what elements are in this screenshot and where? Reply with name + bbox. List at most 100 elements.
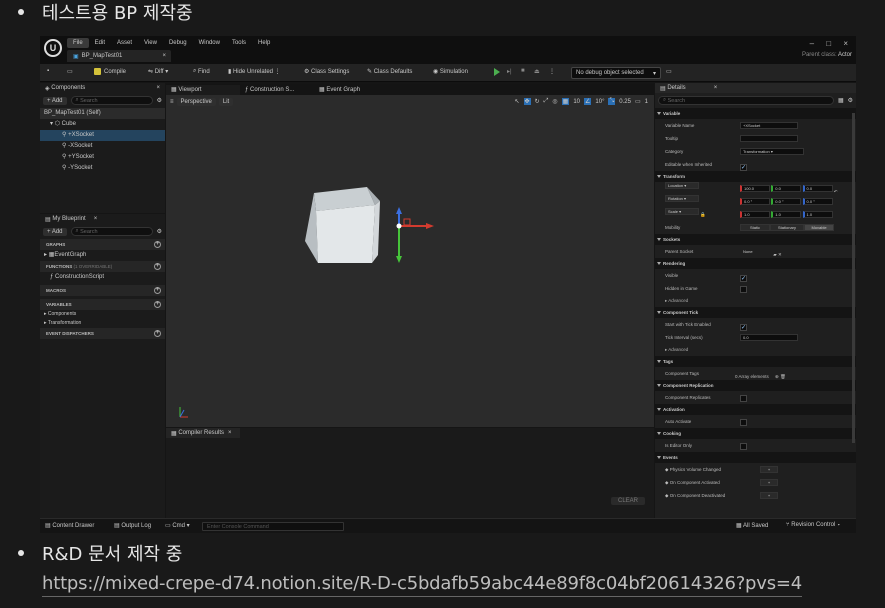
browse-icon[interactable]: ▭: [67, 68, 73, 75]
menu-asset[interactable]: Asset: [111, 38, 138, 48]
step-icon[interactable]: ▸|: [507, 68, 512, 75]
visible-checkbox[interactable]: ✓: [740, 275, 747, 282]
editable-inherited-checkbox[interactable]: ✓: [740, 164, 747, 171]
section-macros[interactable]: MACROS +: [40, 285, 165, 296]
transform-gizmo[interactable]: [396, 207, 434, 263]
close-icon[interactable]: ×: [156, 85, 160, 91]
menu-edit[interactable]: Edit: [89, 38, 111, 48]
editor-only-checkbox[interactable]: [740, 443, 747, 450]
tab-viewport[interactable]: ▦ Viewport: [166, 84, 240, 95]
output-log-button[interactable]: ▤ Output Log: [114, 522, 151, 529]
close-icon[interactable]: ×: [228, 430, 232, 436]
auto-activate-checkbox[interactable]: [740, 419, 747, 426]
all-saved-button[interactable]: ▦ All Saved: [736, 522, 768, 529]
function-item-constructionscript[interactable]: ƒ ConstructionScript: [40, 272, 165, 283]
section-tags[interactable]: Tags: [655, 356, 856, 367]
cube-mesh[interactable]: [305, 187, 380, 263]
details-search-input[interactable]: ⌕ Search: [658, 96, 834, 105]
section-variables[interactable]: VARIABLES +: [40, 299, 165, 310]
components-tab[interactable]: ◈ Components ×: [40, 83, 165, 93]
notion-link[interactable]: https://mixed-crepe-d74.notion.site/R-D-…: [42, 572, 802, 597]
hide-unrelated-button[interactable]: ▮ Hide Unrelated ⋮: [228, 68, 281, 76]
tree-item-xsocket-minus[interactable]: ⚲ -XSocket: [40, 141, 165, 152]
add-dispatcher-icon[interactable]: +: [154, 330, 161, 337]
menu-help[interactable]: Help: [252, 38, 276, 48]
minimize-icon[interactable]: –: [810, 39, 814, 48]
section-transform[interactable]: Transform: [655, 171, 856, 182]
tree-item-cube[interactable]: ▾ ⬡ Cube: [40, 119, 165, 130]
tree-item-self[interactable]: BP_MapTest01 (Self): [40, 108, 165, 119]
tree-item-ysocket-plus[interactable]: ⚲ +YSocket: [40, 152, 165, 163]
reset-arrow-icon[interactable]: ↶: [834, 189, 838, 194]
tick-interval-input[interactable]: 0.0: [740, 334, 798, 341]
tab-event-graph[interactable]: ▦ Event Graph: [314, 84, 388, 95]
settings-icon[interactable]: ⚙: [848, 97, 853, 104]
scale-dropdown[interactable]: Scale ▾: [665, 208, 699, 215]
location-dropdown[interactable]: Location ▾: [665, 182, 699, 189]
maximize-icon[interactable]: □: [826, 39, 831, 48]
details-scrollbar[interactable]: [852, 113, 855, 443]
clear-socket-icon[interactable]: ✕: [778, 252, 782, 257]
add-graph-icon[interactable]: +: [154, 241, 161, 248]
menu-view[interactable]: View: [138, 38, 163, 48]
section-activation[interactable]: Activation: [655, 404, 856, 415]
class-defaults-button[interactable]: ✎ Class Defaults: [367, 68, 412, 76]
section-sockets[interactable]: Sockets: [655, 234, 856, 245]
menu-window[interactable]: Window: [193, 38, 226, 48]
section-component-replication[interactable]: Component Replication: [655, 380, 856, 391]
section-variable[interactable]: Variable: [655, 108, 856, 119]
find-button[interactable]: ⌕ Find: [193, 68, 210, 75]
my-blueprint-search-input[interactable]: ⌕ Search: [70, 227, 153, 236]
menu-tools[interactable]: Tools: [226, 38, 252, 48]
settings-icon[interactable]: ⚙: [157, 97, 162, 104]
debug-object-dropdown[interactable]: No debug object selected ▾: [571, 67, 661, 79]
details-tab[interactable]: ▤ Details ×: [655, 83, 856, 93]
save-icon[interactable]: ▪: [47, 68, 49, 74]
add-event-button[interactable]: +: [760, 479, 778, 486]
browse-socket-icon[interactable]: ▰: [773, 252, 776, 257]
section-events[interactable]: Events: [655, 452, 856, 463]
mobility-movable-button[interactable]: Movable: [804, 224, 834, 231]
diff-button[interactable]: ⇋ Diff ▾: [148, 68, 168, 76]
rotation-dropdown[interactable]: Rotation ▾: [665, 195, 699, 202]
add-component-button[interactable]: + Add: [43, 96, 67, 105]
eject-icon[interactable]: ⏏: [534, 68, 540, 75]
document-tab[interactable]: ▣ BP_MapTest01 ×: [67, 50, 171, 62]
tree-item-xsocket-plus[interactable]: ⚲ +XSocket: [40, 130, 165, 141]
simulation-button[interactable]: ◉ Simulation: [433, 68, 468, 76]
category-dropdown[interactable]: Transformation ▾: [740, 148, 804, 155]
cmd-dropdown[interactable]: ▭ Cmd ▾: [165, 522, 190, 529]
graph-item-eventgraph[interactable]: ▸ ▦EventGraph: [40, 250, 165, 261]
scale-x-input[interactable]: 1.0: [740, 211, 770, 218]
menu-file[interactable]: File: [67, 38, 89, 48]
close-tab-icon[interactable]: ×: [162, 53, 166, 59]
grid-view-icon[interactable]: ▦: [838, 97, 844, 104]
mobility-stationary-button[interactable]: Stationary: [770, 224, 804, 231]
parent-class-value[interactable]: Actor: [838, 52, 852, 58]
lock-icon[interactable]: 🔒: [700, 212, 706, 217]
variable-name-input[interactable]: +XSocket: [740, 122, 798, 129]
close-window-icon[interactable]: ×: [843, 39, 848, 48]
hidden-in-game-checkbox[interactable]: [740, 286, 747, 293]
rotation-z-input[interactable]: 0.0 °: [802, 198, 833, 205]
scale-z-input[interactable]: 1.0: [802, 211, 833, 218]
my-blueprint-tab[interactable]: ▤ My Blueprint ×: [40, 214, 165, 224]
add-function-icon[interactable]: +: [154, 263, 161, 270]
location-z-input[interactable]: 0.0: [802, 185, 833, 192]
location-x-input[interactable]: 100.0: [740, 185, 770, 192]
close-icon[interactable]: ×: [714, 85, 718, 91]
tree-item-ysocket-minus[interactable]: ⚲ -YSocket: [40, 163, 165, 174]
components-search-input[interactable]: ⌕ Search: [70, 96, 153, 105]
settings-icon[interactable]: ⚙: [157, 228, 162, 235]
debug-browse-icon[interactable]: ▭: [666, 68, 672, 75]
trash-icon[interactable]: 🗑: [780, 374, 786, 379]
play-button[interactable]: [494, 68, 500, 76]
stop-icon[interactable]: ■: [521, 68, 525, 74]
add-variable-icon[interactable]: +: [154, 301, 161, 308]
add-member-button[interactable]: + Add: [43, 227, 67, 236]
compile-button[interactable]: Compile: [94, 68, 126, 75]
tab-construction-script[interactable]: ƒ Construction S...: [240, 84, 314, 95]
location-y-input[interactable]: 0.0: [771, 185, 802, 192]
rotation-x-input[interactable]: 0.0 °: [740, 198, 770, 205]
start-tick-checkbox[interactable]: ✓: [740, 324, 747, 331]
